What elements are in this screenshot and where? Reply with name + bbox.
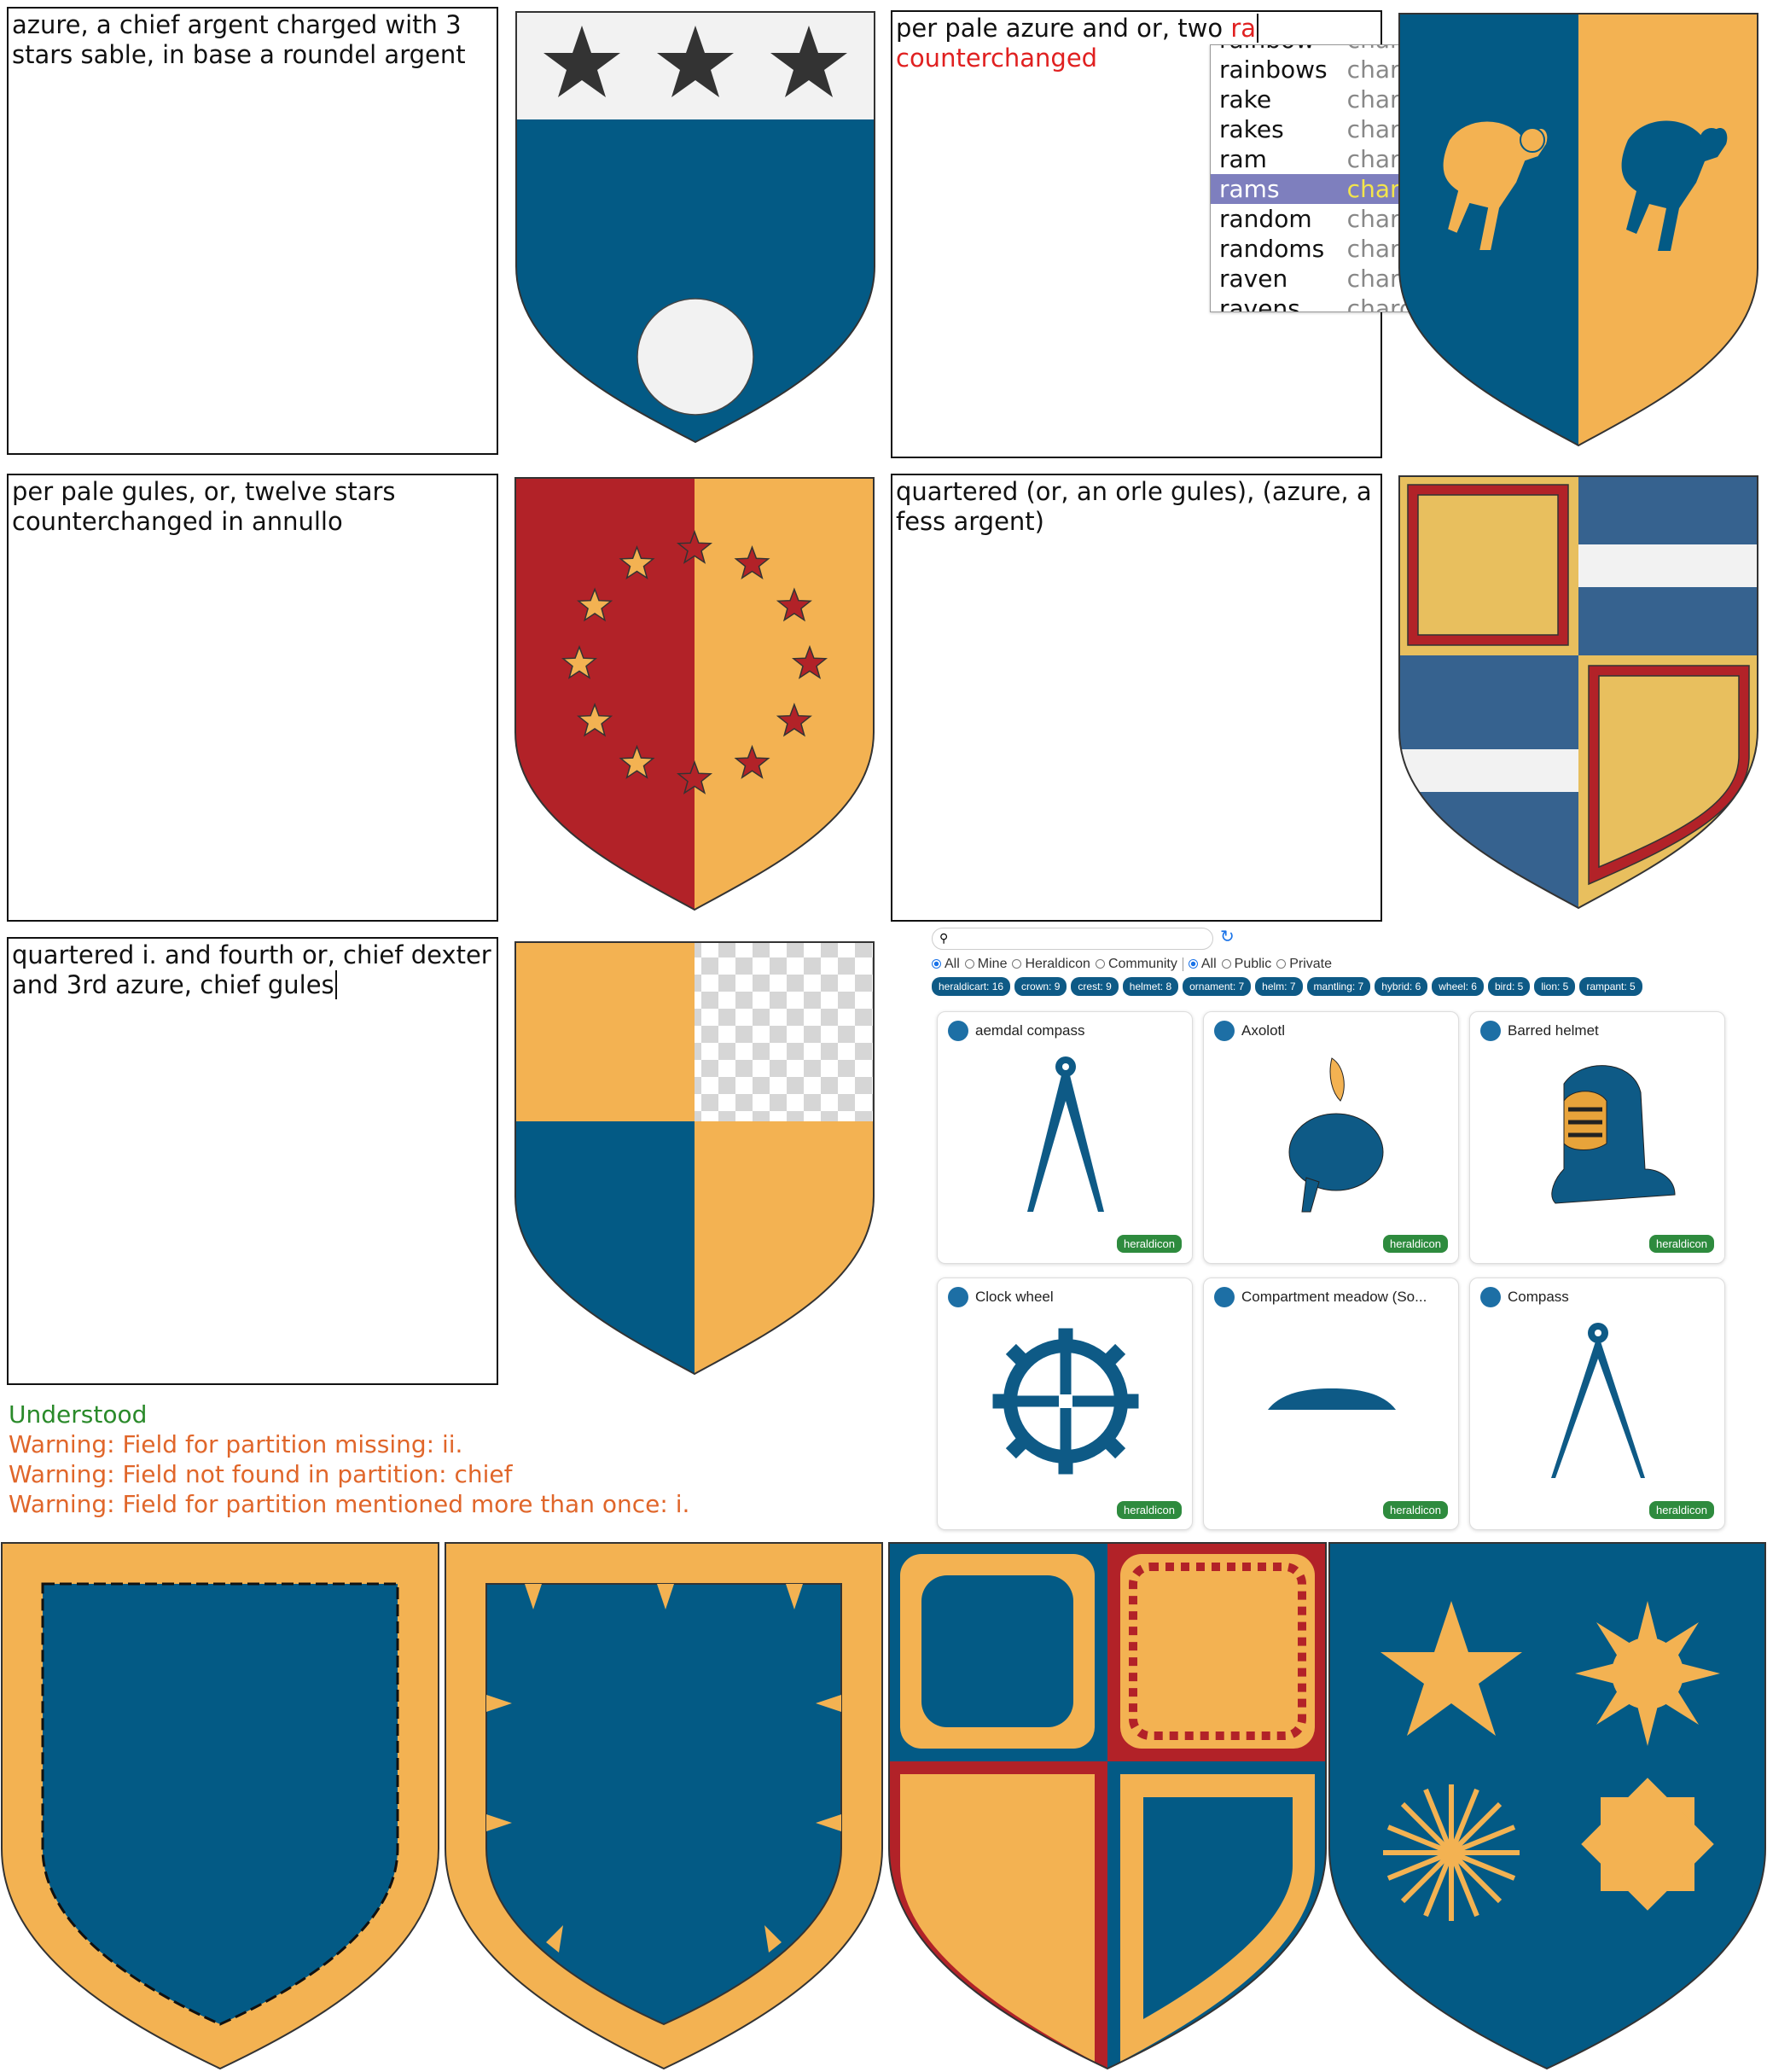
tag-filter[interactable]: wheel: 6 — [1432, 977, 1484, 996]
heraldicon-logo-icon — [948, 1021, 968, 1041]
tag-filter[interactable]: crown: 9 — [1014, 977, 1067, 996]
charge-card-title: Axolotl — [1241, 1022, 1286, 1039]
shield-bordure-engrailed — [1, 1542, 439, 2070]
charge-library-panel: ⚲ ↻ All Mine Heraldicon Community All Pu… — [928, 924, 1730, 1539]
tag-filter[interactable]: hybrid: 6 — [1375, 977, 1428, 996]
shield-quartered-incomplete — [514, 941, 875, 1376]
charge-card-badge: heraldicon — [1117, 1235, 1182, 1253]
charge-card[interactable]: aemdal compass heraldicon — [937, 1011, 1193, 1264]
filter-visibility-private[interactable]: Private — [1276, 957, 1332, 972]
blazon-rest-text: counterchanged — [896, 44, 1098, 73]
tag-filter[interactable]: bird: 5 — [1487, 977, 1531, 996]
shield-stars-and-suns — [1328, 1542, 1766, 2070]
blazon-input-3[interactable]: per pale gules, or, twelve stars counter… — [7, 474, 498, 922]
mullet-of-eight-charge — [1581, 1778, 1714, 1911]
shield-quartered-orle-fess — [1398, 475, 1758, 910]
tag-filter[interactable]: mantling: 7 — [1306, 977, 1371, 996]
filter-scope-heraldicon[interactable]: Heraldicon — [1012, 957, 1090, 972]
axolotl-charge-icon — [1288, 1057, 1384, 1213]
charge-card[interactable]: Barred helmet heraldicon — [1469, 1011, 1725, 1264]
heraldicon-logo-icon — [1480, 1287, 1501, 1307]
charge-card-badge: heraldicon — [1649, 1501, 1714, 1519]
tag-filter[interactable]: crest: 9 — [1071, 977, 1119, 996]
shield-chief-stars-roundel — [515, 11, 875, 444]
sun-charge — [1575, 1601, 1720, 1746]
heraldicon-logo-icon — [1214, 1287, 1235, 1307]
heraldicon-logo-icon — [1480, 1021, 1501, 1041]
charge-card-title: Barred helmet — [1508, 1022, 1599, 1039]
shield-per-pale-stars-annullo — [514, 477, 875, 911]
refresh-icon[interactable]: ↻ — [1220, 926, 1235, 947]
tag-filter[interactable]: rampant: 5 — [1579, 977, 1642, 996]
tag-filter[interactable]: heraldicart: 16 — [932, 977, 1011, 996]
charge-card-badge: heraldicon — [1117, 1501, 1182, 1519]
warning-message: Warning: Field not found in partition: c… — [9, 1460, 513, 1488]
filter-scope-mine[interactable]: Mine — [964, 957, 1007, 972]
helmet-charge-icon — [1551, 1065, 1676, 1204]
filter-visibility-all[interactable]: All — [1188, 957, 1217, 972]
filter-scope-community[interactable]: Community — [1095, 957, 1177, 972]
status-understood: Understood — [9, 1400, 148, 1429]
charge-card[interactable]: Clock wheel heraldicon — [937, 1278, 1193, 1530]
meadow-charge-icon — [1268, 1388, 1396, 1410]
estoile-charge — [1383, 1784, 1520, 1921]
blazon-input-5[interactable]: quartered i. and fourth or, chief dexter… — [7, 937, 498, 1385]
shield-bordure-dovetailed — [445, 1542, 883, 2070]
filter-scope-all[interactable]: All — [932, 957, 960, 972]
charge-card[interactable]: Compartment meadow (So... heraldicon — [1203, 1278, 1459, 1530]
roundel — [636, 298, 754, 416]
clock-wheel-charge-icon — [992, 1328, 1139, 1475]
heraldicon-logo-icon — [948, 1287, 968, 1307]
blazon-input-1[interactable]: azure, a chief argent charged with 3 sta… — [7, 7, 498, 455]
charge-card-title: Compass — [1508, 1289, 1569, 1305]
caret — [1257, 14, 1259, 43]
blazon-text: quartered i. and fourth or, chief dexter… — [12, 940, 499, 999]
warning-message: Warning: Field for partition mentioned m… — [9, 1490, 690, 1518]
blazon-text: per pale azure and or, two — [896, 14, 1231, 43]
tag-filter[interactable]: ornament: 7 — [1183, 977, 1252, 996]
charge-card-badge: heraldicon — [1383, 1235, 1448, 1253]
charge-card[interactable]: Axolotl heraldicon — [1203, 1011, 1459, 1264]
shield-per-pale-rams — [1398, 13, 1758, 447]
charge-card-badge: heraldicon — [1649, 1235, 1714, 1253]
warning-message: Warning: Field for partition missing: ii… — [9, 1430, 463, 1458]
shield-quartered-bordures — [888, 1542, 1327, 2070]
charge-card-title: Compartment meadow (So... — [1241, 1289, 1427, 1305]
blazon-typed-word: ra — [1230, 14, 1257, 43]
heraldicon-logo-icon — [1214, 1021, 1235, 1041]
library-search-input[interactable]: ⚲ — [932, 928, 1213, 950]
compass-charge-icon — [1551, 1323, 1645, 1478]
charge-card-badge: heraldicon — [1383, 1501, 1448, 1519]
blazon-input-4[interactable]: quartered (or, an orle gules), (azure, a… — [891, 474, 1382, 922]
library-filters: All Mine Heraldicon Community All Public… — [932, 957, 1332, 972]
charge-card[interactable]: Compass heraldicon — [1469, 1278, 1725, 1530]
compass-charge-icon — [1027, 1056, 1104, 1212]
tag-filter[interactable]: helm: 7 — [1255, 977, 1303, 996]
tag-filter[interactable]: lion: 5 — [1534, 977, 1576, 996]
tag-filter[interactable]: helmet: 8 — [1122, 977, 1179, 996]
tag-filter-bar: heraldicart: 16 crown: 9 crest: 9 helmet… — [932, 977, 1642, 996]
charge-card-title: aemdal compass — [975, 1022, 1085, 1039]
filter-visibility-public[interactable]: Public — [1221, 957, 1271, 972]
search-icon: ⚲ — [939, 931, 949, 945]
charge-card-title: Clock wheel — [975, 1289, 1054, 1305]
caret — [334, 970, 337, 999]
